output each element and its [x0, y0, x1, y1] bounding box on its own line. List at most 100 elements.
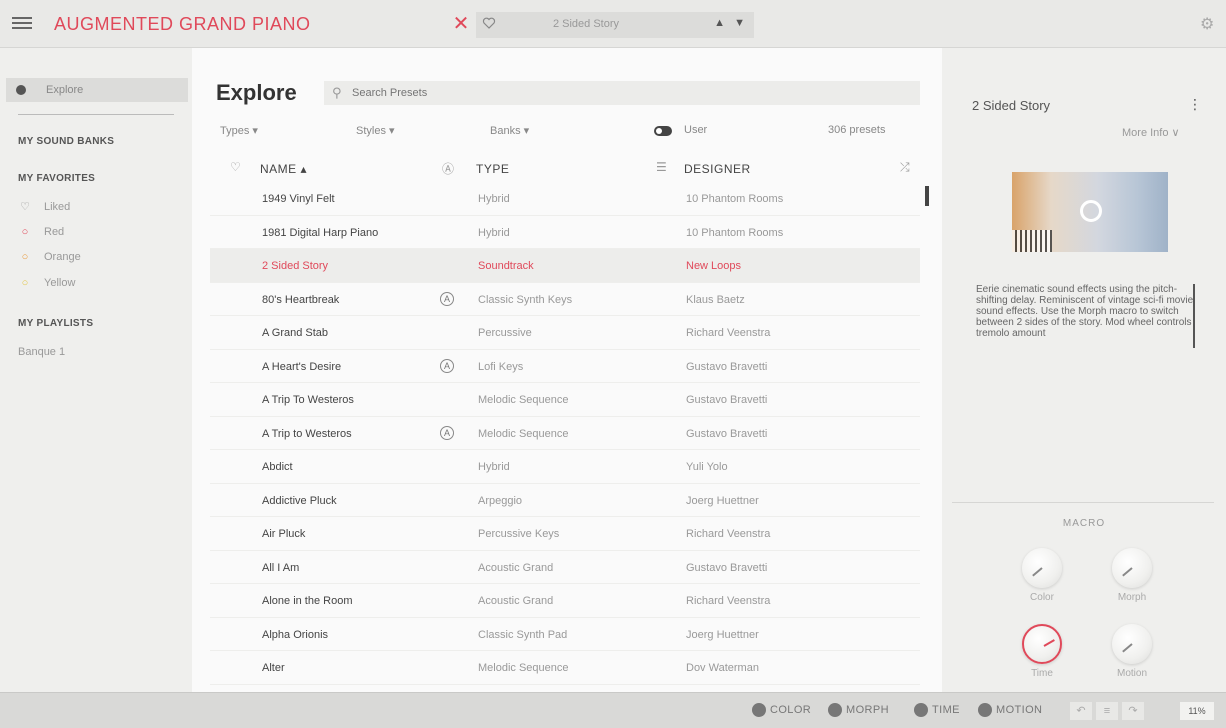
preset-nav-arrows[interactable]: ▲ ▼ [714, 17, 748, 29]
sidebar-item-explore[interactable]: Explore [6, 78, 188, 102]
filter-banks[interactable]: Banks ▾ [490, 124, 529, 137]
cell-designer: 10 Phantom Rooms [686, 193, 784, 205]
gear-icon[interactable]: ⚙ [1200, 14, 1218, 33]
sidebar-item-yellow[interactable]: ○ Yellow [18, 276, 76, 289]
cell-designer: Gustavo Bravetti [686, 360, 768, 373]
sidebar-item-label: Explore [46, 84, 84, 96]
table-row[interactable]: A Trip To Westeros Melodic Sequence Gustav… [210, 383, 920, 417]
explore-icon [16, 85, 26, 95]
more-info-button[interactable]: More Info ∨ [1122, 126, 1180, 139]
macro-chip-label: MORPH [846, 703, 889, 716]
current-preset-name: 2 Sided Story [552, 18, 620, 30]
sidebar-item-label: Yellow [44, 276, 76, 289]
preset-description: Eerie cinematic sound effects using the … [976, 284, 1194, 339]
scrollbar[interactable] [925, 186, 929, 206]
macro-chip-morph[interactable]: MORPH [828, 703, 889, 717]
table-row[interactable]: A Trip to Westeros Melodic Sequence Gustav… [210, 417, 920, 450]
close-icon[interactable]: ✕ [448, 12, 474, 36]
cell-type: Classic Synth Keys [478, 293, 573, 306]
column-header-designer[interactable]: DESIGNER [684, 162, 751, 176]
filter-types[interactable]: Types ▾ [220, 124, 258, 137]
sidebar-item-playlist[interactable]: Banque 1 [18, 346, 65, 358]
history-button[interactable]: ≡ [1096, 702, 1118, 720]
sidebar-item-orange[interactable]: ○ Orange [18, 251, 81, 263]
sidebar: Explore MY SOUND BANKS MY FAVORITES ♡ Lik… [0, 48, 192, 692]
cell-designer: Richard Veenstra [686, 595, 771, 607]
arturia-logo-icon: A [440, 358, 454, 373]
search-box[interactable]: ⚲ [324, 81, 920, 105]
knob-label: Morph [1117, 592, 1147, 603]
table-row[interactable]: Abdict Hybrid Yuli Yolo [210, 450, 920, 484]
cell-name: Alpha Orionis [262, 628, 329, 641]
cell-type: Percussive Keys [478, 528, 560, 540]
filter-styles[interactable]: Styles ▾ [356, 124, 395, 137]
sidebar-item-label: Red [44, 225, 65, 238]
knob-morph[interactable] [1112, 548, 1152, 588]
table-row[interactable]: Alone in the Room Acoustic Grand Richard V… [210, 584, 920, 618]
arturia-logo-icon: A [440, 291, 454, 306]
sidebar-item-red[interactable]: ○ Red [18, 225, 65, 238]
cell-type: Lofi Keys [478, 360, 524, 373]
cell-designer: Joerg Huettner [686, 494, 759, 507]
menu-icon[interactable] [12, 14, 32, 34]
shuffle-icon[interactable]: ⤮ [900, 160, 910, 175]
macro-chip-label: MOTION [996, 703, 1043, 716]
preset-count: 306 presets [828, 124, 886, 136]
redo-button[interactable]: ↷ [1122, 702, 1144, 720]
undo-button[interactable]: ↶ [1070, 702, 1092, 720]
cell-designer: New Loops [686, 260, 742, 272]
more-options-icon[interactable]: ⋮ [1188, 96, 1202, 113]
preset-list: 1949 Vinyl Felt Hybrid 10 Phantom Rooms 198… [210, 182, 920, 685]
description-scrollbar[interactable] [1193, 284, 1195, 348]
search-icon: ⚲ [332, 85, 342, 100]
divider [18, 114, 174, 115]
cell-designer: Gustavo Bravetti [686, 561, 768, 574]
table-row[interactable]: Air Pluck Percussive Keys Richard Veenstra [210, 517, 920, 551]
column-header-name[interactable]: NAME ▴ [260, 162, 307, 176]
knob-label: Time [1031, 668, 1053, 679]
knob-time[interactable] [1022, 624, 1062, 664]
arturia-logo-icon[interactable]: Ⓐ [442, 160, 454, 177]
cell-name: Air Pluck [262, 528, 306, 540]
cell-designer: Joerg Huettner [686, 628, 759, 641]
table-row[interactable]: Alpha Orionis Classic Synth Pad Joerg Huet… [210, 618, 920, 651]
arturia-logo-icon: A [440, 425, 454, 440]
macro-chip-time[interactable]: TIME [914, 703, 960, 717]
cell-name: Alone in the Room [262, 595, 353, 607]
search-input[interactable] [352, 84, 892, 102]
sidebar-item-label: Orange [44, 251, 81, 263]
column-header-type[interactable]: TYPE [476, 162, 509, 176]
cell-designer: Richard Veenstra [686, 528, 771, 540]
cell-type: Hybrid [478, 193, 510, 205]
table-row[interactable]: A Grand Stab Percussive Richard Veenstra [210, 316, 920, 350]
zoom-level[interactable]: 11% [1180, 702, 1214, 720]
macro-knob-icon [978, 703, 992, 717]
section-my-sound-banks[interactable]: MY SOUND BANKS [18, 136, 114, 147]
macro-chip-motion[interactable]: MOTION [978, 703, 1042, 717]
knob-label: Motion [1116, 668, 1147, 679]
cell-name: Alter [262, 662, 285, 674]
table-row[interactable]: 1949 Vinyl Felt Hybrid 10 Phantom Rooms [210, 182, 920, 216]
cell-name: 2 Sided Story [262, 260, 329, 272]
knob-color[interactable] [1022, 548, 1062, 588]
preset-artwork [1012, 172, 1168, 252]
table-row[interactable]: 1981 Digital Harp Piano Hybrid 10 Phantom … [210, 216, 920, 249]
cell-type: Melodic Sequence [478, 662, 569, 674]
table-row[interactable]: 2 Sided Story Soundtrack New Loops [210, 249, 920, 283]
heart-icon[interactable]: ♡ [230, 160, 241, 174]
table-row[interactable]: A Heart's Desire Lofi Keys Gustavo Bravett… [210, 350, 920, 383]
cell-type: Melodic Sequence [478, 427, 569, 440]
knob-motion[interactable] [1112, 624, 1152, 664]
cell-designer: Gustavo Bravetti [686, 394, 768, 406]
sidebar-item-liked[interactable]: ♡ Liked [18, 200, 70, 213]
table-row[interactable]: Alter Melodic Sequence Dov Waterman [210, 651, 920, 685]
macro-chip-color[interactable]: COLOR [752, 703, 811, 717]
list-icon[interactable]: ☰ [656, 160, 667, 174]
preset-selector[interactable]: 2 Sided Story ▲ ▼ [476, 12, 754, 38]
user-toggle[interactable] [654, 126, 672, 136]
section-my-playlists: MY PLAYLISTS [18, 318, 94, 329]
table-row[interactable]: 80's Heartbreak Classic Synth Keys Klaus B… [210, 283, 920, 316]
table-row[interactable]: Addictive Pluck Arpeggio Joerg Huettner [210, 484, 920, 517]
bottom-bar: COLOR MORPH TIME MOTION ↶ ≡ ↷ 11% [0, 692, 1226, 728]
table-row[interactable]: All I Am Acoustic Grand Gustavo Bravetti [210, 551, 920, 584]
